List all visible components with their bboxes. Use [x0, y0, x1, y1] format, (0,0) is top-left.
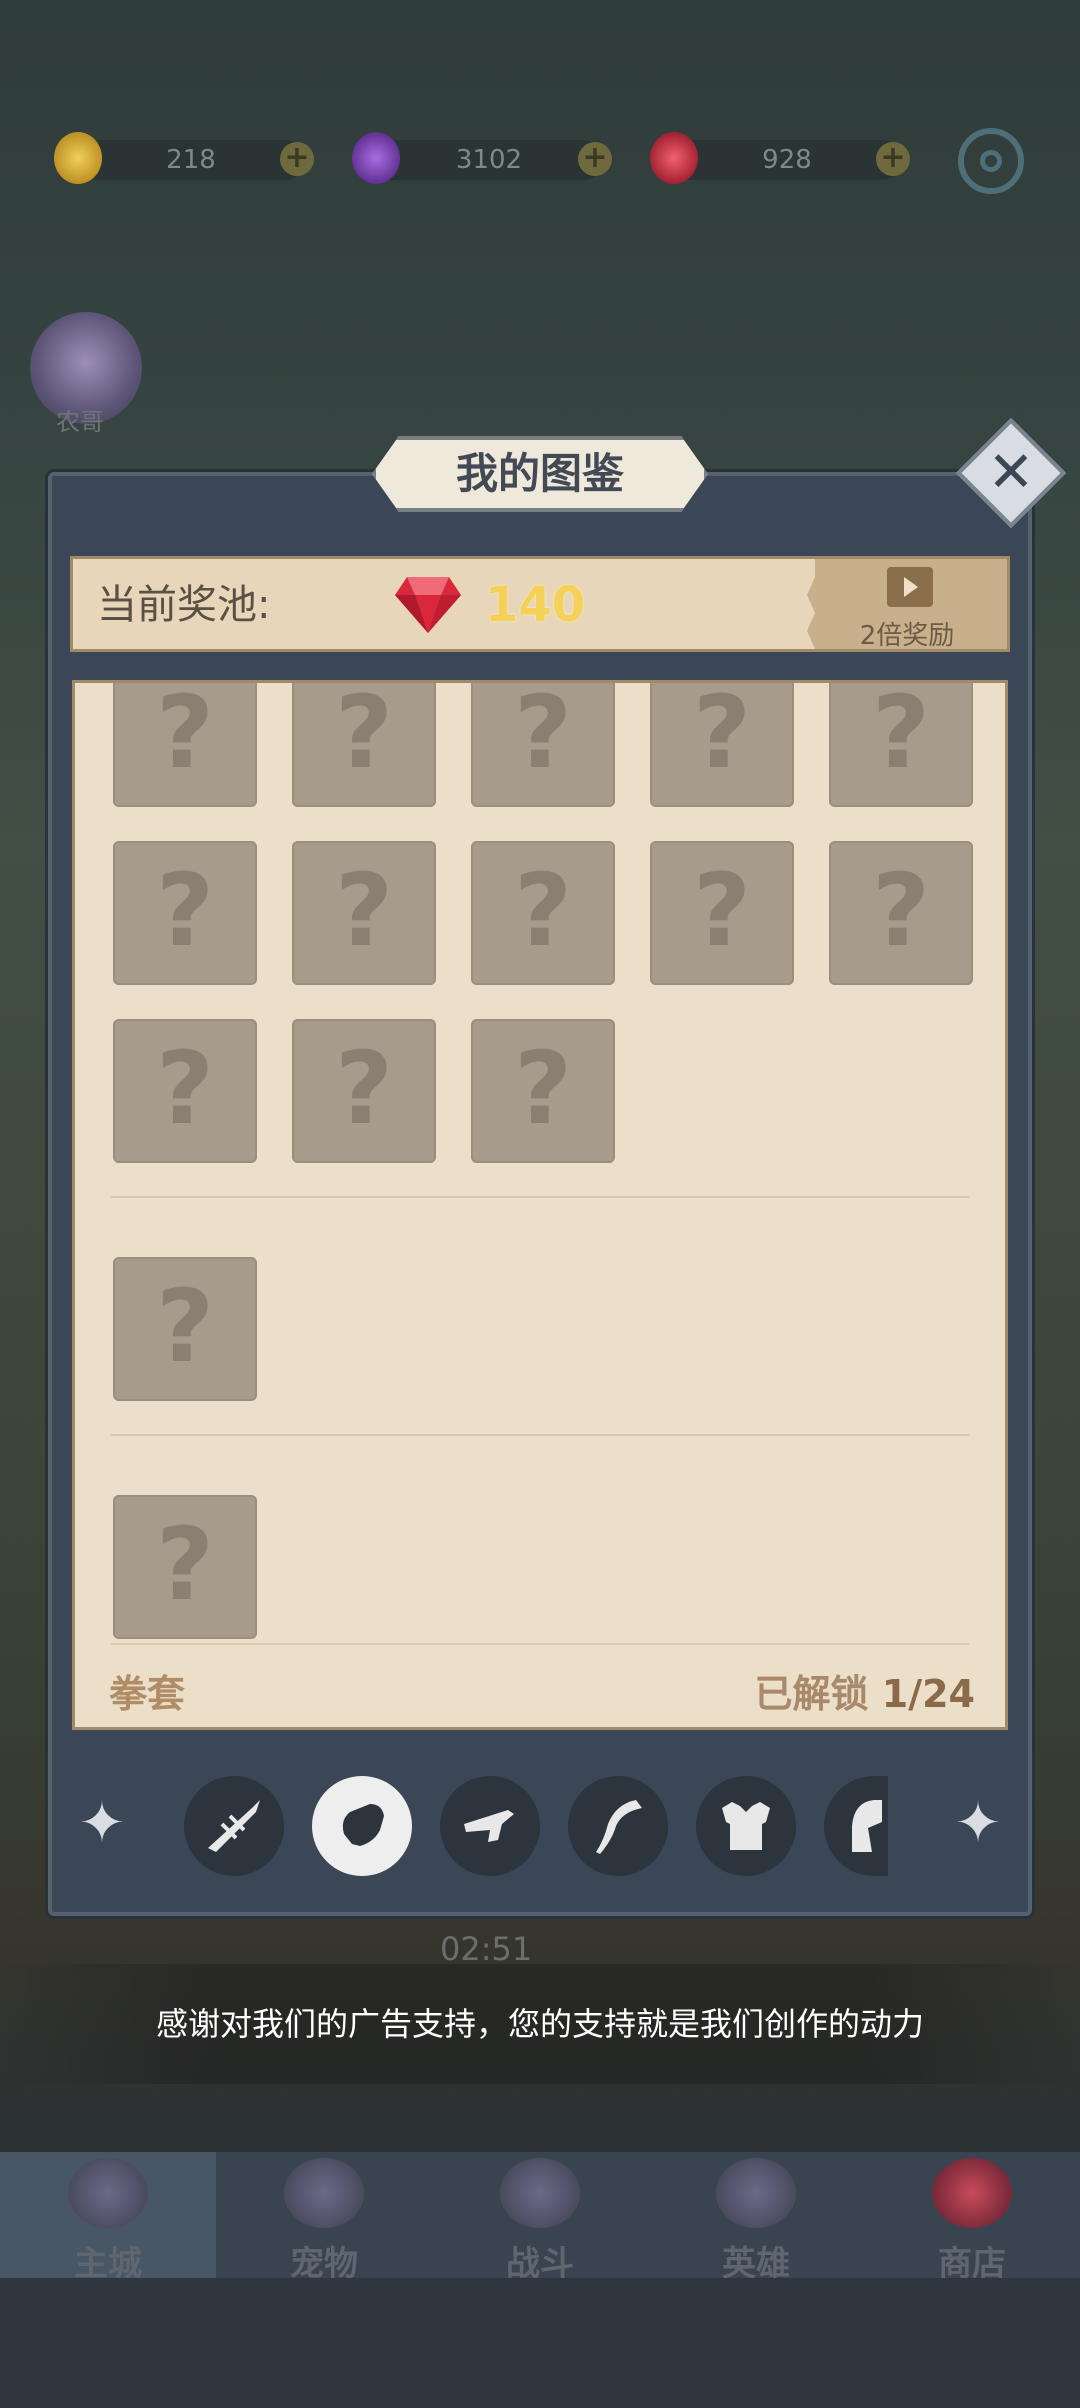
nav-heroes[interactable]: 英雄: [648, 2152, 864, 2284]
locked-slot[interactable]: ?: [829, 841, 973, 985]
unlock-label: 已解锁: [754, 1672, 869, 1716]
red-gem-value: 928: [762, 145, 812, 175]
locked-slot[interactable]: ?: [650, 841, 794, 985]
tab-gauntlet[interactable]: [312, 1776, 412, 1876]
scythe-icon: [596, 1800, 642, 1854]
prize-pool-amount: 140: [485, 577, 586, 633]
locked-slot[interactable]: ?: [113, 1257, 257, 1401]
double-reward-ad-button[interactable]: 2倍奖励: [807, 559, 1007, 649]
castle-icon: [68, 2158, 148, 2228]
locked-slot[interactable]: ?: [471, 1019, 615, 1163]
locked-slot[interactable]: ?: [292, 1019, 436, 1163]
add-gold-button[interactable]: +: [280, 142, 314, 176]
locked-slot[interactable]: ?: [113, 841, 257, 985]
add-purple-gem-button[interactable]: +: [578, 142, 612, 176]
shop-icon: [932, 2158, 1012, 2228]
close-icon: ✕: [987, 440, 1035, 505]
add-red-gem-button[interactable]: +: [876, 142, 910, 176]
dialog-title: 我的图鉴: [372, 436, 708, 512]
nav-shop[interactable]: 商店: [864, 2152, 1080, 2284]
next-arrow-icon[interactable]: ✦: [952, 1794, 1004, 1854]
red-gem-counter: 928 +: [650, 132, 910, 184]
prize-pool-label: 当前奖池:: [97, 582, 271, 628]
red-gem-icon: [650, 132, 698, 184]
spear-icon: [208, 1800, 260, 1852]
settings-gear-icon[interactable]: [958, 128, 1024, 194]
prize-pool-bar: 当前奖池: 140 2倍奖励: [70, 556, 1010, 652]
gold-coin-icon: [54, 132, 102, 184]
helmet-icon: [852, 1800, 882, 1852]
tab-armor[interactable]: [696, 1776, 796, 1876]
locked-slot[interactable]: ?: [471, 683, 615, 807]
video-icon: [887, 567, 933, 607]
locked-slot[interactable]: ?: [829, 683, 973, 807]
nav-battle[interactable]: 战斗: [432, 2152, 648, 2284]
unlock-progress: 已解锁 1/24: [755, 1663, 975, 1718]
locked-slot[interactable]: ?: [113, 1019, 257, 1163]
locked-slot[interactable]: ?: [113, 683, 257, 807]
unlock-count: 1/24: [881, 1672, 975, 1716]
tab-helmet[interactable]: [824, 1776, 888, 1876]
countdown-timer: 02:51: [440, 1930, 533, 1968]
locked-slot[interactable]: ?: [292, 841, 436, 985]
nav-pets[interactable]: 宠物: [216, 2152, 432, 2284]
locked-slot[interactable]: ?: [292, 683, 436, 807]
purple-gem-value: 3102: [455, 145, 523, 175]
locked-slot[interactable]: ?: [471, 841, 615, 985]
section-divider: [111, 1196, 969, 1198]
nav-main-city[interactable]: 主城: [0, 2152, 216, 2284]
prev-arrow-icon[interactable]: ✦: [76, 1794, 128, 1854]
section-divider: [111, 1434, 969, 1436]
bottom-navigation: 主城 宠物 战斗 英雄 商店: [0, 2152, 1080, 2284]
collection-grid: ? ? ? ? ? ? ? ? ? ? ? ? ? ? ? 拳套 已解锁 1/2…: [72, 680, 1008, 1730]
tab-spear[interactable]: [184, 1776, 284, 1876]
avatar-label: 农哥: [56, 408, 104, 436]
category-tabs: ✦ ✦: [66, 1756, 1014, 1896]
battle-icon: [500, 2158, 580, 2228]
tab-gun[interactable]: [440, 1776, 540, 1876]
ad-support-text: 感谢对我们的广告支持，您的支持就是我们创作的动力: [155, 2005, 924, 2043]
pet-icon: [284, 2158, 364, 2228]
section-divider: [111, 1643, 969, 1645]
gun-icon: [464, 1810, 514, 1842]
gauntlet-icon: [342, 1804, 384, 1846]
double-reward-label: 2倍奖励: [859, 621, 955, 651]
category-label: 拳套: [109, 1672, 186, 1716]
purple-gem-counter: 3102 +: [352, 132, 612, 184]
purple-gem-icon: [352, 132, 400, 184]
gold-value: 218: [166, 145, 216, 175]
ad-support-banner: 感谢对我们的广告支持，您的支持就是我们创作的动力: [0, 1964, 1080, 2084]
armor-icon: [722, 1802, 770, 1850]
gold-counter: 218 +: [54, 132, 314, 184]
tab-scythe[interactable]: [568, 1776, 668, 1876]
bottom-safe-area: [0, 2278, 1080, 2408]
hero-icon: [716, 2158, 796, 2228]
player-avatar[interactable]: 农哥: [30, 312, 142, 436]
locked-slot[interactable]: ?: [650, 683, 794, 807]
ruby-gem-icon: [395, 577, 461, 633]
locked-slot[interactable]: ?: [113, 1495, 257, 1639]
